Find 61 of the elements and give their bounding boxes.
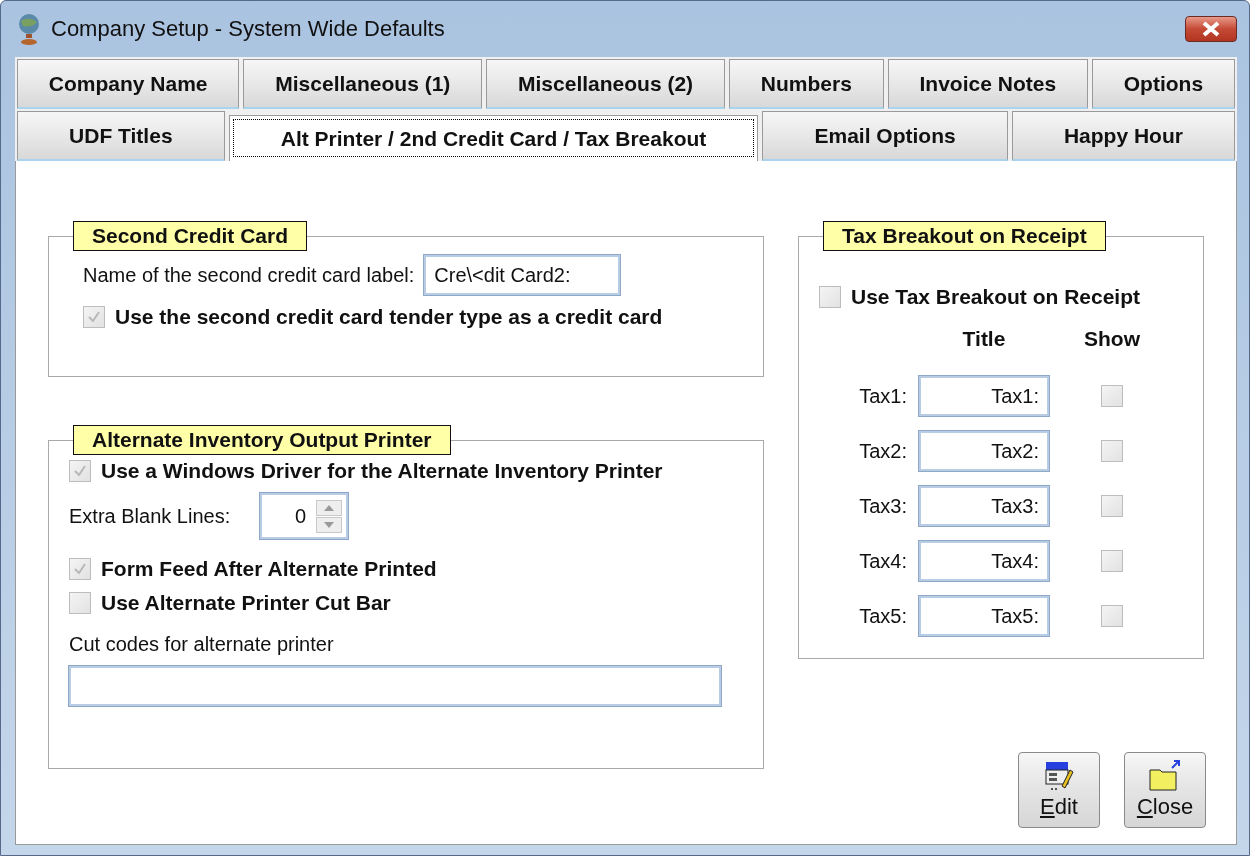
checkbox[interactable]	[1101, 495, 1123, 517]
down-arrow-icon	[324, 521, 335, 528]
checkbox-label: Use Tax Breakout on Receipt	[851, 285, 1141, 309]
checkbox-label: Form Feed After Alternate Printed	[101, 557, 437, 581]
edit-button[interactable]: Edit	[1018, 752, 1100, 828]
input-field[interactable]: Tax2:	[919, 431, 1049, 471]
window-title: Company Setup - System Wide Defaults	[51, 16, 446, 42]
tab[interactable]: Email Options	[762, 111, 1008, 161]
check-icon	[72, 463, 88, 479]
group-title: Alternate Inventory Output Printer	[73, 425, 451, 455]
close-button[interactable]	[1185, 16, 1237, 42]
input-field[interactable]: Tax5:	[919, 596, 1049, 636]
input-field[interactable]: Cre\<dit Card2:	[424, 255, 621, 295]
column-header: Show	[1084, 327, 1140, 351]
checkbox[interactable]	[819, 286, 841, 308]
checkbox-label: Use Alternate Printer Cut Bar	[101, 591, 391, 615]
checkbox[interactable]	[1101, 385, 1123, 407]
field-label: Tax5:	[859, 604, 908, 628]
field-label: Cut codes for alternate printer	[69, 633, 335, 656]
form-pencil-icon	[1044, 760, 1074, 792]
spin-down-button[interactable]	[316, 516, 343, 533]
field-label: Tax3:	[859, 494, 908, 518]
checkbox[interactable]	[1101, 605, 1123, 627]
spin-value: 0	[295, 504, 307, 528]
check-icon	[86, 309, 102, 325]
input-field[interactable]	[69, 666, 721, 706]
field-label: Tax4:	[859, 549, 908, 573]
close-icon	[1200, 21, 1222, 37]
check-icon	[72, 561, 88, 577]
field-label: Tax2:	[859, 439, 908, 463]
column-header: Title	[962, 327, 1006, 351]
input-field[interactable]: Tax4:	[919, 541, 1049, 581]
tab[interactable]: Miscellaneous (2)	[486, 59, 725, 109]
tab[interactable]: Options	[1091, 59, 1235, 109]
spin-box[interactable]: 0	[260, 493, 349, 539]
tab[interactable]: Company Name	[17, 59, 240, 109]
checkbox[interactable]	[69, 558, 91, 580]
checkbox[interactable]	[83, 306, 105, 328]
group-title: Second Credit Card	[73, 221, 308, 251]
up-arrow-icon	[324, 504, 335, 511]
close-button[interactable]: Close	[1124, 752, 1206, 828]
checkbox[interactable]	[69, 592, 91, 614]
checkbox-label: Use a Windows Driver for the Alternate Inventory Printer	[101, 459, 663, 483]
input-field[interactable]: Tax1:	[919, 376, 1049, 416]
checkbox-label: Use the second credit card tender type as a credit card	[115, 305, 663, 329]
tab[interactable]: UDF Titles	[17, 111, 225, 161]
field-label: Tax1:	[859, 384, 908, 408]
field-label: Extra Blank Lines:	[69, 504, 231, 528]
input-field[interactable]: Tax3:	[919, 486, 1049, 526]
checkbox[interactable]	[69, 460, 91, 482]
checkbox[interactable]	[1101, 440, 1123, 462]
tab[interactable]: Invoice Notes	[887, 59, 1088, 109]
field-label: Name of the second credit card label:	[83, 263, 415, 287]
tab[interactable]: Numbers	[728, 59, 884, 109]
tab[interactable]: Alt Printer / 2nd Credit Card / Tax Breakout	[228, 115, 759, 161]
tab[interactable]: Miscellaneous (1)	[243, 59, 483, 109]
tab[interactable]: Happy Hour	[1011, 111, 1235, 161]
group-title: Tax Breakout on Receipt	[823, 221, 1106, 251]
checkbox[interactable]	[1101, 550, 1123, 572]
folder-icon	[1148, 760, 1182, 792]
spin-up-button[interactable]	[316, 499, 343, 516]
